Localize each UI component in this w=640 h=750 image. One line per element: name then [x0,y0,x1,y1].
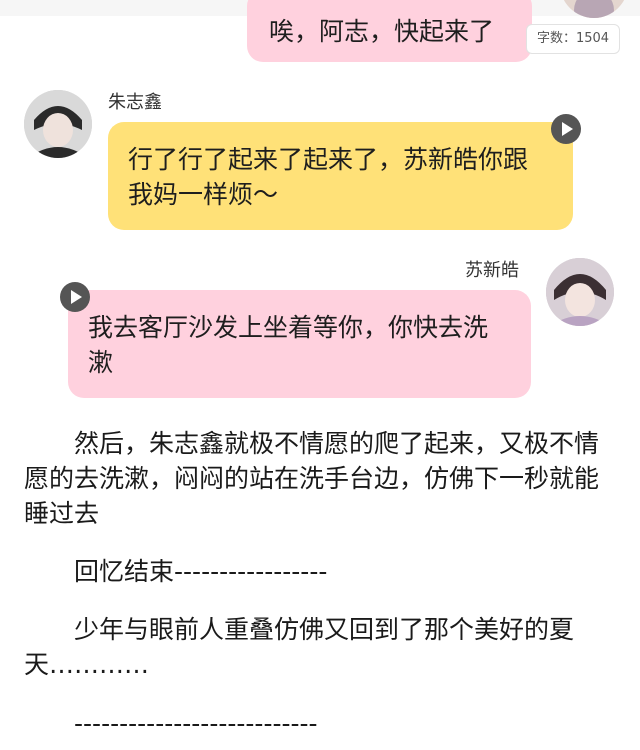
story-paragraph: --------------------------- [24,709,318,738]
avatar-su-xinhao[interactable] [546,258,614,326]
chat-bubble-1[interactable]: 唉，阿志，快起来了 [247,0,532,62]
avatar-image [24,90,92,158]
story-paragraph: 然后，朱志鑫就极不情愿的爬了起来，又极不情愿的去洗漱，闷闷的站在洗手台边，仿佛下… [24,429,600,528]
avatar-image [546,258,614,326]
sender-name: 朱志鑫 [108,92,162,113]
chat-bubble-text: 行了行了起来了起来了，苏新皓你跟我妈一样烦～ [128,145,529,209]
play-icon[interactable] [60,282,90,312]
play-icon[interactable] [551,114,581,144]
story-paragraph: 回忆结束----------------- [24,557,328,586]
sender-name: 苏新皓 [465,260,519,281]
avatar-zhu-zhixin[interactable] [24,90,92,158]
word-count-badge: 字数：1504 [526,24,620,54]
chat-bubble-text: 我去客厅沙发上坐着等你，你快去洗漱 [88,313,489,377]
story-paragraph: 少年与眼前人重叠仿佛又回到了那个美好的夏天………… [24,615,575,679]
chat-bubble-2[interactable]: 行了行了起来了起来了，苏新皓你跟我妈一样烦～ [108,114,581,230]
chat-bubble-3[interactable]: 我去客厅沙发上坐着等你，你快去洗漱 [60,282,531,398]
chat-bubble-text: 唉，阿志，快起来了 [269,17,495,46]
